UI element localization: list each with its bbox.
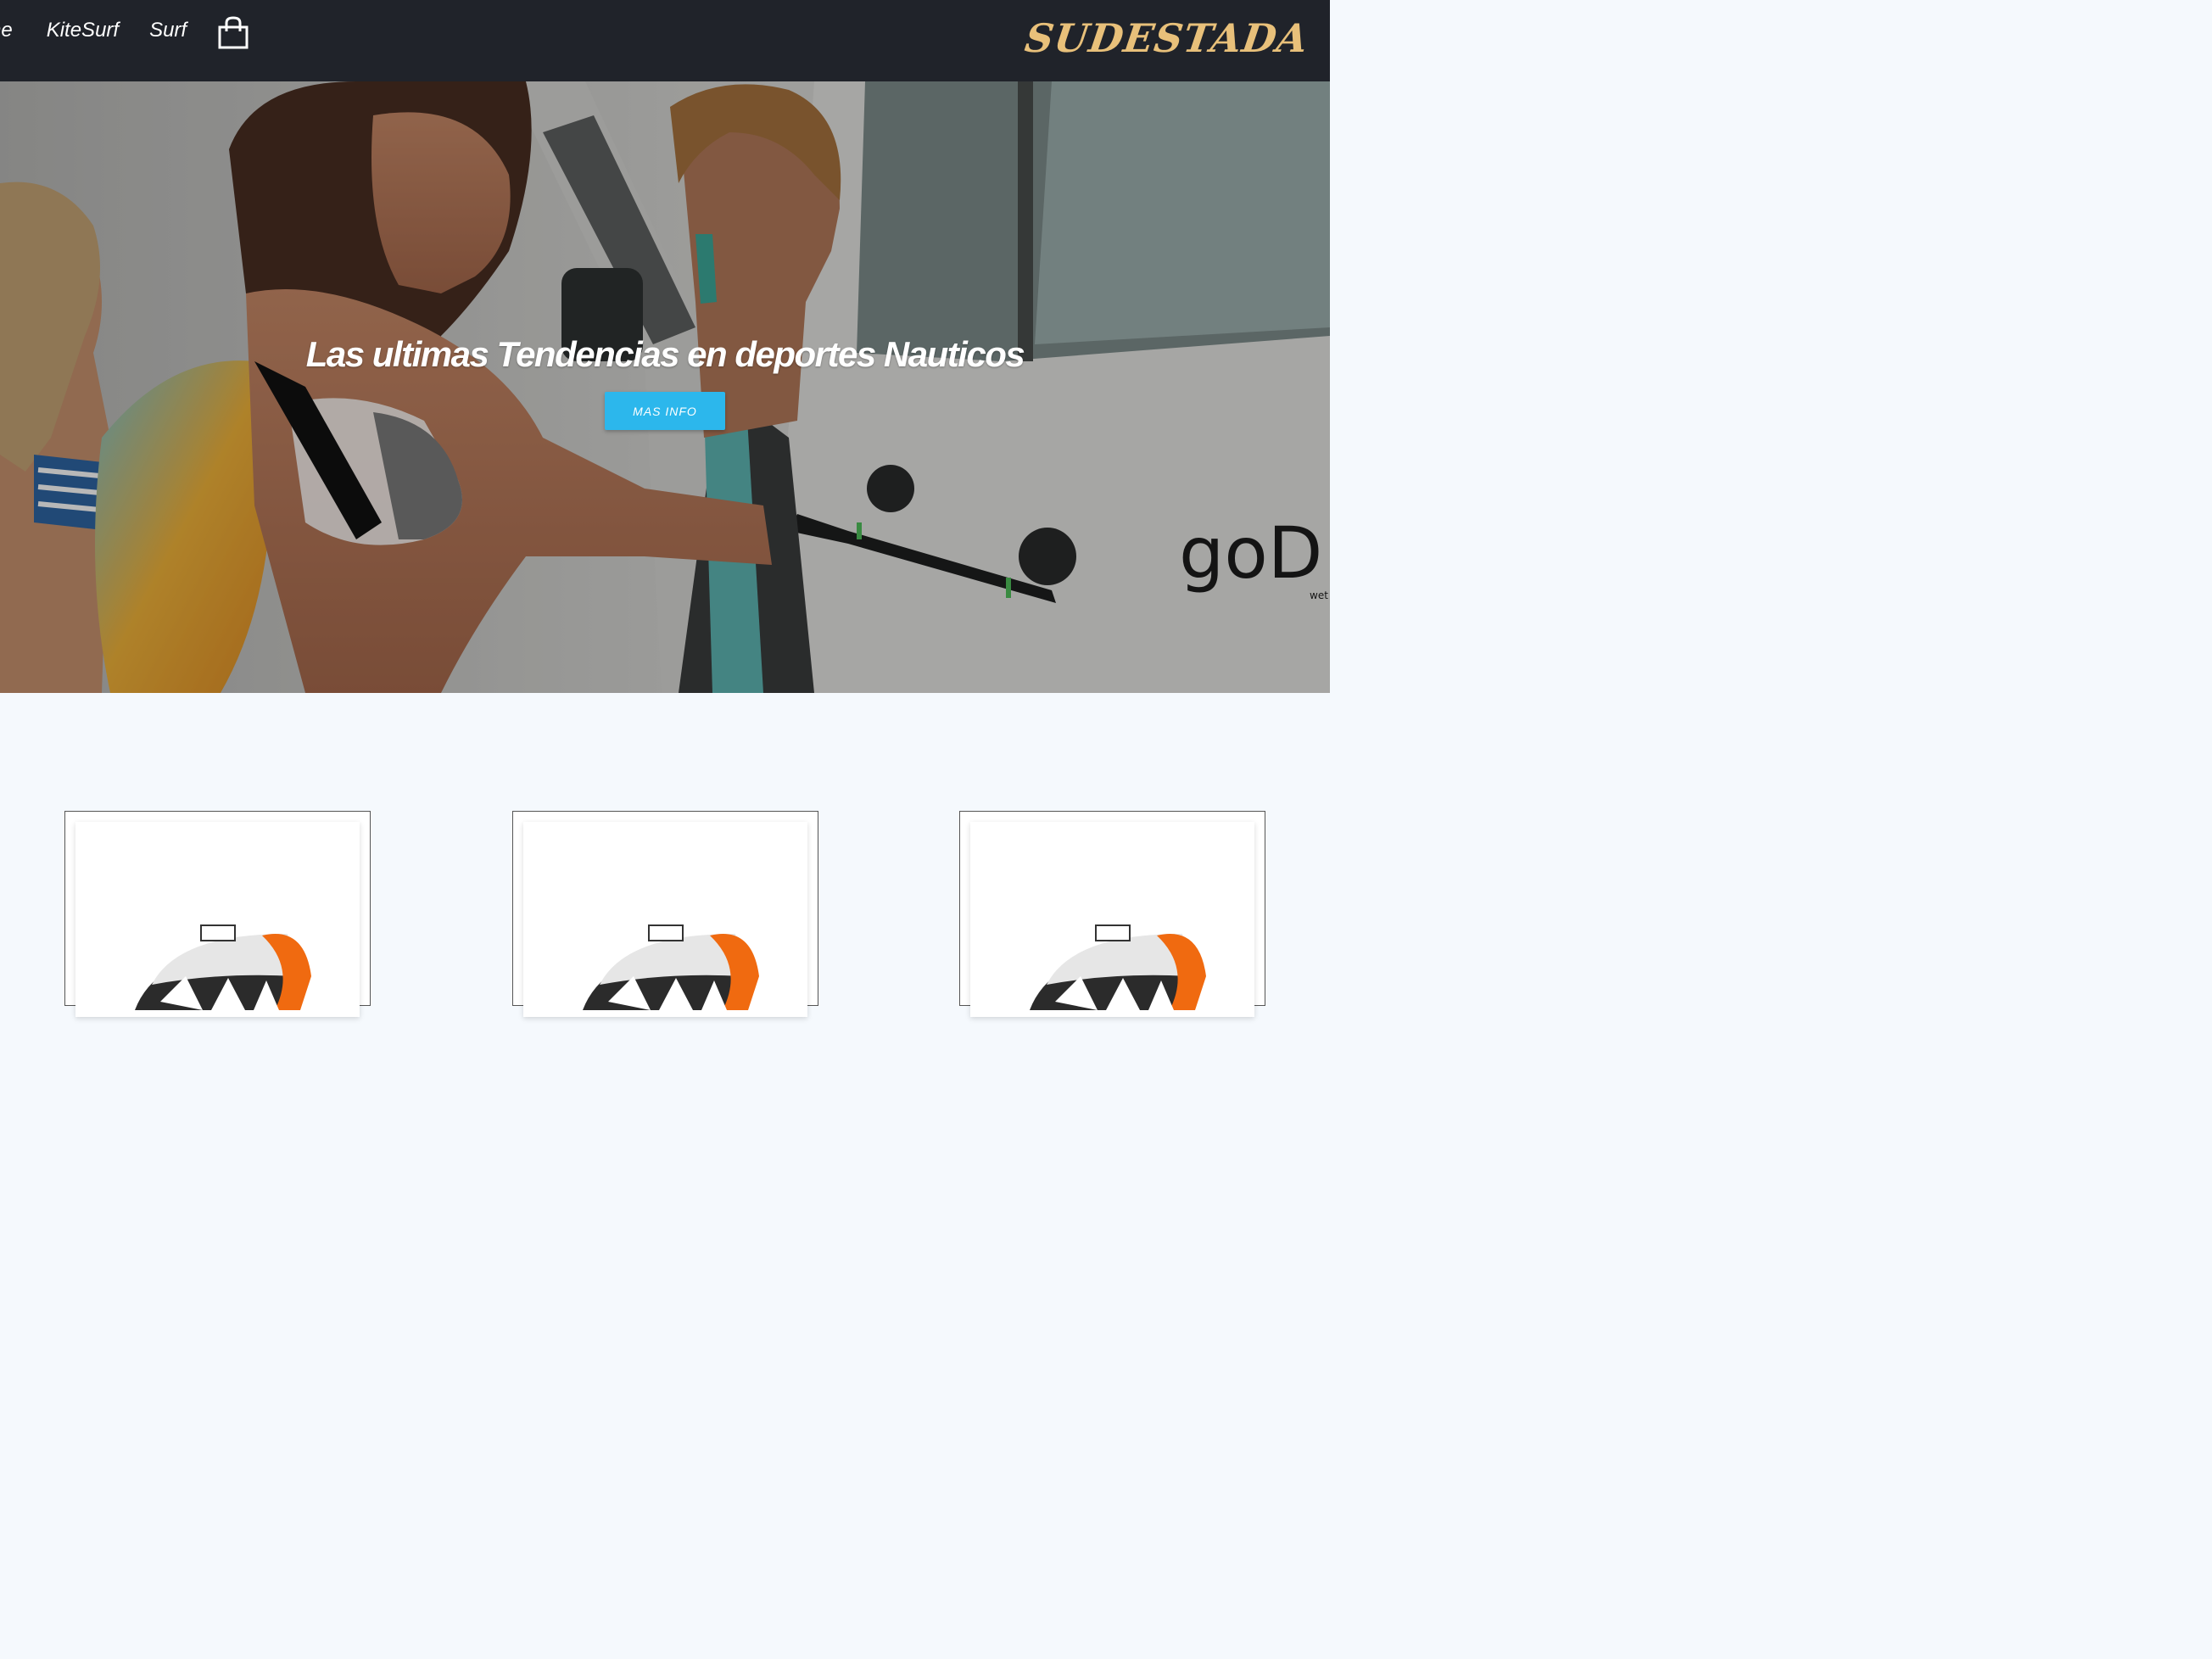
nav-link-surf[interactable]: Surf [149, 19, 187, 42]
hero-banner: goD wet Las ultimas Tendencias en deport… [0, 81, 1330, 693]
mas-info-button[interactable]: MAS INFO [605, 392, 725, 430]
nav-link-home[interactable]: ne [0, 19, 13, 42]
shopping-bag-icon[interactable] [217, 15, 249, 49]
product-card[interactable] [512, 811, 818, 1017]
top-navbar: ne KiteSurf Surf SUDESTADA [0, 0, 1330, 81]
product-card[interactable] [64, 811, 371, 1017]
kite-product-image [135, 924, 311, 1010]
nav-link-kitesurf[interactable]: KiteSurf [47, 19, 119, 42]
main-nav: ne KiteSurf Surf [0, 15, 217, 46]
hero-overlay [0, 81, 1330, 693]
products-section [0, 693, 1330, 1017]
hero-title: Las ultimas Tendencias en deportes Nauti… [305, 334, 1025, 374]
brand-logo[interactable]: SUDESTADA [1022, 15, 1311, 61]
product-card[interactable] [959, 811, 1265, 1017]
product-card-inner [523, 822, 807, 1017]
kite-product-image [583, 924, 759, 1010]
product-card-inner [75, 822, 360, 1017]
product-card-inner [970, 822, 1254, 1017]
kite-product-image [1030, 924, 1206, 1010]
